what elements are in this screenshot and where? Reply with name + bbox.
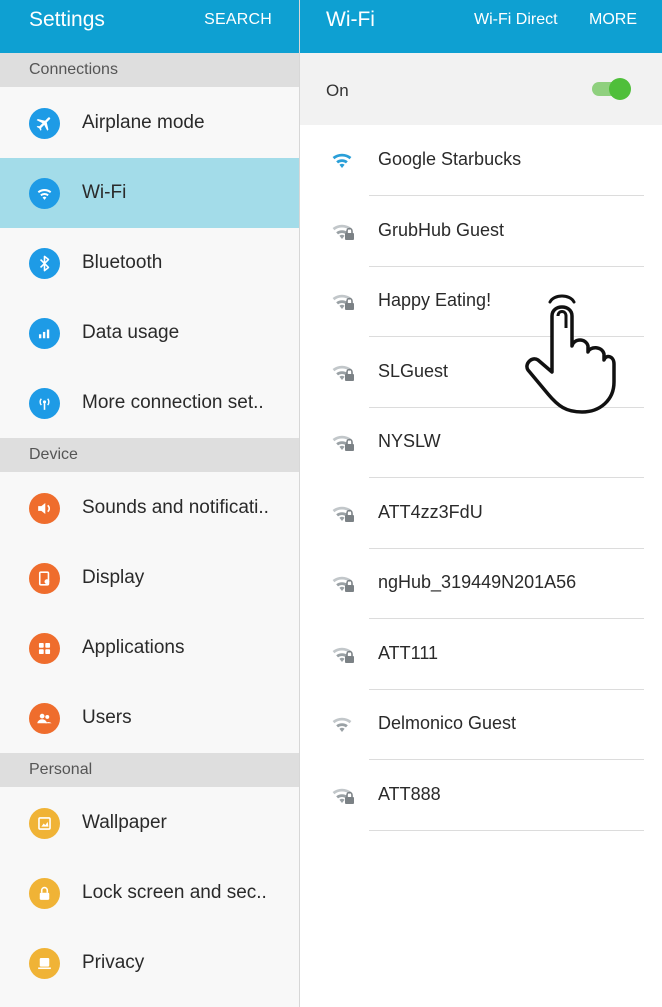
users-icon — [29, 703, 60, 734]
settings-header: Settings SEARCH — [0, 0, 299, 53]
settings-item-label: Users — [82, 707, 132, 728]
settings-item-airplane-mode[interactable]: Airplane mode — [0, 88, 299, 158]
wifi-network-name: ATT111 — [378, 642, 439, 663]
wifi-secured-icon — [330, 220, 356, 242]
wifi-network-row[interactable]: Google Starbucks — [300, 125, 662, 196]
image-icon — [29, 808, 60, 839]
settings-item-label: Applications — [82, 637, 185, 658]
wifi-network-name: SLGuest — [378, 360, 449, 381]
wifi-network-name: ngHub_319449N201A56 — [378, 572, 577, 592]
wifi-network-row[interactable]: ATT888 — [300, 760, 662, 831]
wifi-network-name: ATT4zz3FdU — [378, 501, 483, 522]
section-label: Personal — [29, 761, 93, 778]
settings-item-sounds[interactable]: Sounds and notificati.. — [0, 473, 299, 543]
wifi-toggle-switch[interactable] — [590, 78, 634, 100]
settings-item-label: Bluetooth — [82, 252, 163, 273]
settings-item-label: Airplane mode — [82, 112, 205, 133]
settings-item-lock-screen[interactable]: Lock screen and sec.. — [0, 858, 299, 928]
wifi-direct-button[interactable]: Wi-Fi Direct — [474, 11, 558, 29]
bar-chart-icon — [29, 318, 60, 349]
wifi-network-row[interactable]: ngHub_319449N201A56 — [300, 548, 662, 619]
grid-icon — [29, 633, 60, 664]
settings-item-label: Privacy — [82, 952, 145, 973]
wifi-secured-icon — [330, 431, 356, 453]
settings-item-label: Lock screen and sec.. — [82, 882, 267, 903]
wifi-header: Wi-Fi Wi-Fi Direct MORE — [300, 0, 662, 53]
row-divider — [369, 829, 644, 831]
bluetooth-icon — [29, 248, 60, 279]
wifi-network-row[interactable]: ATT111 — [300, 619, 662, 690]
speaker-icon — [29, 493, 60, 524]
settings-item-label: Data usage — [82, 322, 180, 343]
settings-item-applications[interactable]: Applications — [0, 613, 299, 683]
wifi-network-name: Happy Eating! — [378, 290, 492, 310]
section-label: Device — [29, 446, 78, 463]
wifi-network-name: Google Starbucks — [378, 149, 522, 169]
wifi-network-name: ATT888 — [378, 783, 441, 804]
search-button[interactable]: SEARCH — [204, 11, 272, 29]
settings-item-display[interactable]: Display — [0, 543, 299, 613]
settings-item-label: More connection set.. — [82, 392, 264, 413]
wifi-network-row[interactable]: ATT4zz3FdU — [300, 478, 662, 549]
settings-item-wifi[interactable]: Wi-Fi — [0, 158, 299, 228]
settings-item-bluetooth[interactable]: Bluetooth — [0, 228, 299, 298]
section-header-connections: Connections — [0, 53, 299, 87]
airplane-icon — [29, 108, 60, 139]
section-label: Connections — [29, 61, 118, 78]
settings-item-wallpaper[interactable]: Wallpaper — [0, 788, 299, 858]
toggle-thumb — [609, 78, 631, 100]
settings-item-more-connection-settings[interactable]: More connection set.. — [0, 368, 299, 438]
wifi-toggle-label: On — [326, 81, 349, 100]
section-header-device: Device — [0, 438, 299, 472]
settings-item-label: Display — [82, 567, 145, 588]
wifi-secured-icon — [330, 572, 356, 594]
wifi-signal-icon — [330, 713, 356, 735]
settings-item-users[interactable]: Users — [0, 683, 299, 753]
settings-item-label: Wi-Fi — [82, 182, 127, 203]
pointing-hand-icon — [525, 294, 616, 414]
settings-item-privacy[interactable]: Privacy — [0, 928, 299, 998]
display-icon — [29, 563, 60, 594]
more-button[interactable]: MORE — [589, 11, 637, 29]
wifi-secured-icon — [330, 502, 356, 524]
wifi-network-row[interactable]: NYSLW — [300, 407, 662, 478]
settings-title: Settings — [29, 8, 105, 31]
wifi-network-name: NYSLW — [378, 431, 441, 451]
settings-item-data-usage[interactable]: Data usage — [0, 298, 299, 368]
wifi-title: Wi-Fi — [326, 8, 375, 31]
wifi-toggle-row[interactable]: On — [300, 53, 662, 125]
wifi-network-name: Delmonico Guest — [378, 713, 517, 733]
section-header-personal: Personal — [0, 753, 299, 787]
settings-item-label: Sounds and notificati.. — [82, 497, 269, 518]
privacy-icon — [29, 948, 60, 979]
wifi-secured-icon — [330, 784, 356, 806]
wifi-signal-icon — [330, 149, 356, 171]
settings-pane: Settings SEARCH Connections Airplane mod… — [0, 0, 299, 1007]
wifi-pane: Wi-Fi Wi-Fi Direct MORE On Google Starbu… — [300, 0, 662, 1007]
wifi-secured-icon — [330, 290, 356, 312]
lock-icon — [29, 878, 60, 909]
wifi-network-row[interactable]: Delmonico Guest — [300, 689, 662, 760]
wifi-icon — [29, 178, 60, 209]
wifi-network-row[interactable]: GrubHub Guest — [300, 196, 662, 267]
wifi-secured-icon — [330, 361, 356, 383]
settings-item-label: Wallpaper — [82, 812, 167, 833]
wifi-secured-icon — [330, 643, 356, 665]
antenna-icon — [29, 388, 60, 419]
wifi-network-name: GrubHub Guest — [378, 219, 505, 240]
